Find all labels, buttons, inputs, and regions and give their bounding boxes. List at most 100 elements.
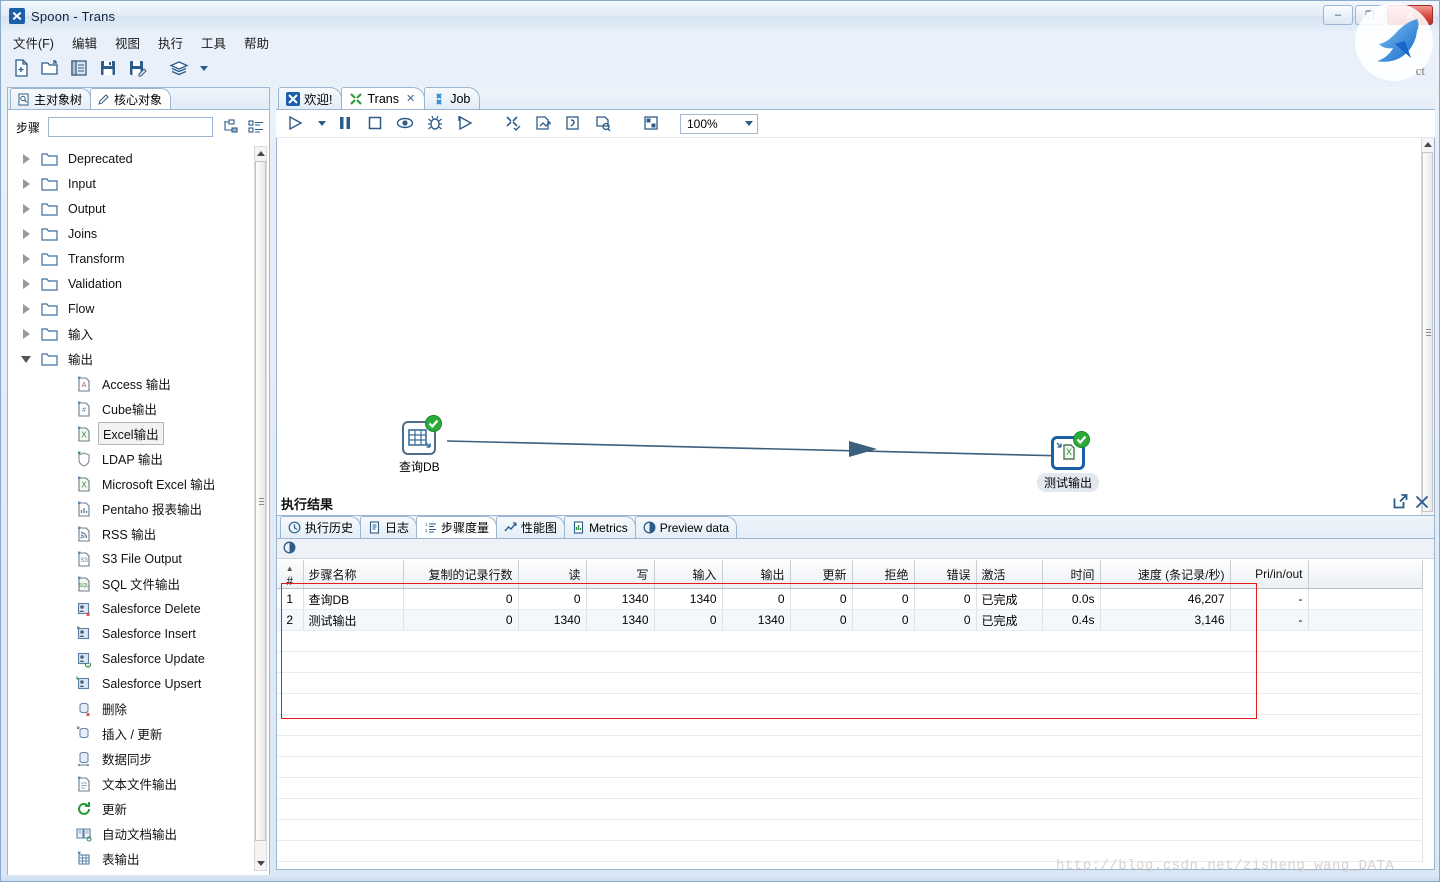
layers-icon[interactable] bbox=[169, 58, 189, 78]
col-header-errors[interactable]: 错误 bbox=[914, 560, 977, 589]
tab-step-metrics[interactable]: 12 步骤度量 bbox=[416, 516, 498, 538]
tree-folder-deprecated[interactable]: Deprecated bbox=[11, 146, 253, 171]
tree-folder-validation[interactable]: Validation bbox=[11, 271, 253, 296]
tree-step-data-sync[interactable]: 数据同步 bbox=[11, 746, 253, 771]
chevron-right-icon[interactable] bbox=[19, 328, 33, 339]
col-header-updated[interactable]: 更新 bbox=[790, 560, 853, 589]
preview-contrast-icon[interactable] bbox=[283, 541, 296, 557]
tree-step-salesforce-update[interactable]: Salesforce Update bbox=[11, 646, 253, 671]
tree-folder-input-cn[interactable]: 输入 bbox=[11, 321, 253, 346]
menu-file[interactable]: 文件(F) bbox=[13, 33, 54, 52]
col-header-write[interactable]: 写 bbox=[586, 560, 655, 589]
tree-step-salesforce-insert[interactable]: Salesforce Insert bbox=[11, 621, 253, 646]
col-header-active[interactable]: 激活 bbox=[976, 560, 1043, 589]
inspect-icon[interactable] bbox=[594, 114, 614, 134]
col-header-speed[interactable]: 速度 (条记录/秒) bbox=[1100, 560, 1231, 589]
table-row[interactable]: 2 测试输出 0 1340 1340 0 1340 0 0 0 已完成 0.4s… bbox=[277, 609, 1423, 631]
debug-bug-icon[interactable] bbox=[426, 114, 446, 134]
scroll-up-icon[interactable] bbox=[1422, 138, 1433, 151]
arrange-icon[interactable] bbox=[642, 114, 662, 134]
chevron-right-icon[interactable] bbox=[19, 303, 33, 314]
step-filter-input[interactable] bbox=[48, 117, 214, 137]
scroll-down-icon[interactable] bbox=[255, 857, 266, 870]
tree-step-text-file-output[interactable]: 文本文件输出 bbox=[11, 771, 253, 796]
tree-folder-flow[interactable]: Flow bbox=[11, 296, 253, 321]
close-icon[interactable]: ✕ bbox=[406, 92, 415, 105]
chevron-right-icon[interactable] bbox=[19, 203, 33, 214]
col-header-num[interactable]: ▲ # bbox=[277, 560, 304, 589]
new-file-icon[interactable] bbox=[11, 58, 31, 78]
pause-icon[interactable] bbox=[336, 114, 356, 134]
tree-folder-input[interactable]: Input bbox=[11, 171, 253, 196]
minimize-button[interactable]: – bbox=[1323, 5, 1353, 25]
chevron-right-icon[interactable] bbox=[19, 253, 33, 264]
menu-help[interactable]: 帮助 bbox=[244, 33, 269, 52]
menu-tools[interactable]: 工具 bbox=[201, 33, 226, 52]
save-as-icon[interactable] bbox=[127, 58, 147, 78]
tree-step-table-output[interactable]: 表输出 bbox=[11, 846, 253, 871]
stop-square-icon[interactable] bbox=[366, 114, 386, 134]
collapse-all-icon[interactable] bbox=[247, 119, 265, 135]
tree-step-sql-file-output[interactable]: SQL SQL 文件输出 bbox=[11, 571, 253, 596]
col-header-input[interactable]: 输入 bbox=[654, 560, 723, 589]
chevron-right-icon[interactable] bbox=[19, 178, 33, 189]
col-header-read[interactable]: 读 bbox=[518, 560, 587, 589]
table-row[interactable]: 1 查询DB 0 0 1340 1340 0 0 0 0 已完成 0.0s 46… bbox=[277, 588, 1423, 610]
tree-step-auto-doc-output[interactable]: 自动文档输出 bbox=[11, 821, 253, 846]
step-metrics-table-wrap[interactable]: ▲ # 步骤名称 复制的记录行数 读 写 输入 输出 更新 拒绝 错误 激活 时… bbox=[277, 560, 1434, 869]
tab-main-object-tree[interactable]: 主对象树 bbox=[10, 88, 92, 109]
tree-folder-transform[interactable]: Transform bbox=[11, 246, 253, 271]
tree-step-salesforce-delete[interactable]: Salesforce Delete bbox=[11, 596, 253, 621]
node-query-db[interactable]: 查询DB bbox=[399, 415, 443, 475]
open-folder-icon[interactable] bbox=[40, 58, 60, 78]
replay-icon[interactable] bbox=[456, 114, 476, 134]
node-box[interactable] bbox=[402, 415, 443, 455]
tree-folder-output[interactable]: Output bbox=[11, 196, 253, 221]
detach-icon[interactable] bbox=[1393, 494, 1408, 512]
chevron-right-icon[interactable] bbox=[19, 228, 33, 239]
tree-step-salesforce-upsert[interactable]: Salesforce Upsert bbox=[11, 671, 253, 696]
tab-trans[interactable]: Trans ✕ bbox=[341, 87, 426, 109]
core-objects-tree[interactable]: Deprecated Input Output Joins Transform bbox=[11, 146, 253, 871]
preview-eye-icon[interactable] bbox=[396, 114, 416, 134]
menu-view[interactable]: 视图 bbox=[115, 33, 140, 52]
node-box[interactable]: X bbox=[1051, 431, 1090, 470]
tree-step-delete[interactable]: 删除 bbox=[11, 696, 253, 721]
menu-run[interactable]: 执行 bbox=[158, 33, 183, 52]
tab-welcome[interactable]: 欢迎! bbox=[278, 87, 343, 109]
left-panel-scrollbar[interactable] bbox=[254, 146, 267, 871]
col-header-rejected[interactable]: 拒绝 bbox=[852, 560, 915, 589]
verify-icon[interactable] bbox=[504, 114, 524, 134]
node-test-output[interactable]: X 测试输出 bbox=[1037, 431, 1100, 492]
tree-step-ms-excel-output[interactable]: X Microsoft Excel 输出 bbox=[11, 471, 253, 496]
tab-execution-history[interactable]: 执行历史 bbox=[280, 516, 362, 538]
tree-step-rss-output[interactable]: RSS 输出 bbox=[11, 521, 253, 546]
chevron-right-icon[interactable] bbox=[19, 278, 33, 289]
menu-edit[interactable]: 编辑 bbox=[72, 33, 97, 52]
tab-log[interactable]: 日志 bbox=[360, 516, 418, 538]
col-header-output[interactable]: 输出 bbox=[722, 560, 791, 589]
col-header-time[interactable]: 时间 bbox=[1042, 560, 1101, 589]
col-header-pri[interactable]: Pri/in/out bbox=[1230, 560, 1309, 589]
tree-folder-output-cn[interactable]: 输出 bbox=[11, 346, 253, 371]
tab-metrics[interactable]: Metrics bbox=[564, 516, 636, 538]
tree-step-insert-update[interactable]: 插入 / 更新 bbox=[11, 721, 253, 746]
zoom-select[interactable]: 100% bbox=[680, 113, 758, 134]
scrollbar-thumb[interactable] bbox=[1422, 152, 1433, 512]
layers-dropdown[interactable] bbox=[200, 65, 208, 71]
col-header-step-name[interactable]: 步骤名称 bbox=[303, 560, 404, 589]
step-metrics-table[interactable]: ▲ # 步骤名称 复制的记录行数 读 写 输入 输出 更新 拒绝 错误 激活 时… bbox=[277, 560, 1423, 862]
tree-step-pentaho-report-output[interactable]: Pentaho 报表输出 bbox=[11, 496, 253, 521]
tree-step-update[interactable]: 更新 bbox=[11, 796, 253, 821]
tab-performance-graph[interactable]: 性能图 bbox=[496, 516, 566, 538]
tree-step-access-output[interactable]: A Access 输出 bbox=[11, 371, 253, 396]
close-icon[interactable] bbox=[1415, 495, 1429, 512]
impact-icon[interactable] bbox=[534, 114, 554, 134]
tree-step-cube-output[interactable]: # Cube输出 bbox=[11, 396, 253, 421]
tab-preview-data[interactable]: Preview data bbox=[634, 516, 738, 538]
save-icon[interactable] bbox=[98, 58, 118, 78]
sql-icon[interactable] bbox=[564, 114, 584, 134]
tab-job[interactable]: Job bbox=[424, 87, 481, 109]
chevron-down-icon[interactable] bbox=[745, 121, 753, 126]
chevron-right-icon[interactable] bbox=[19, 153, 33, 164]
